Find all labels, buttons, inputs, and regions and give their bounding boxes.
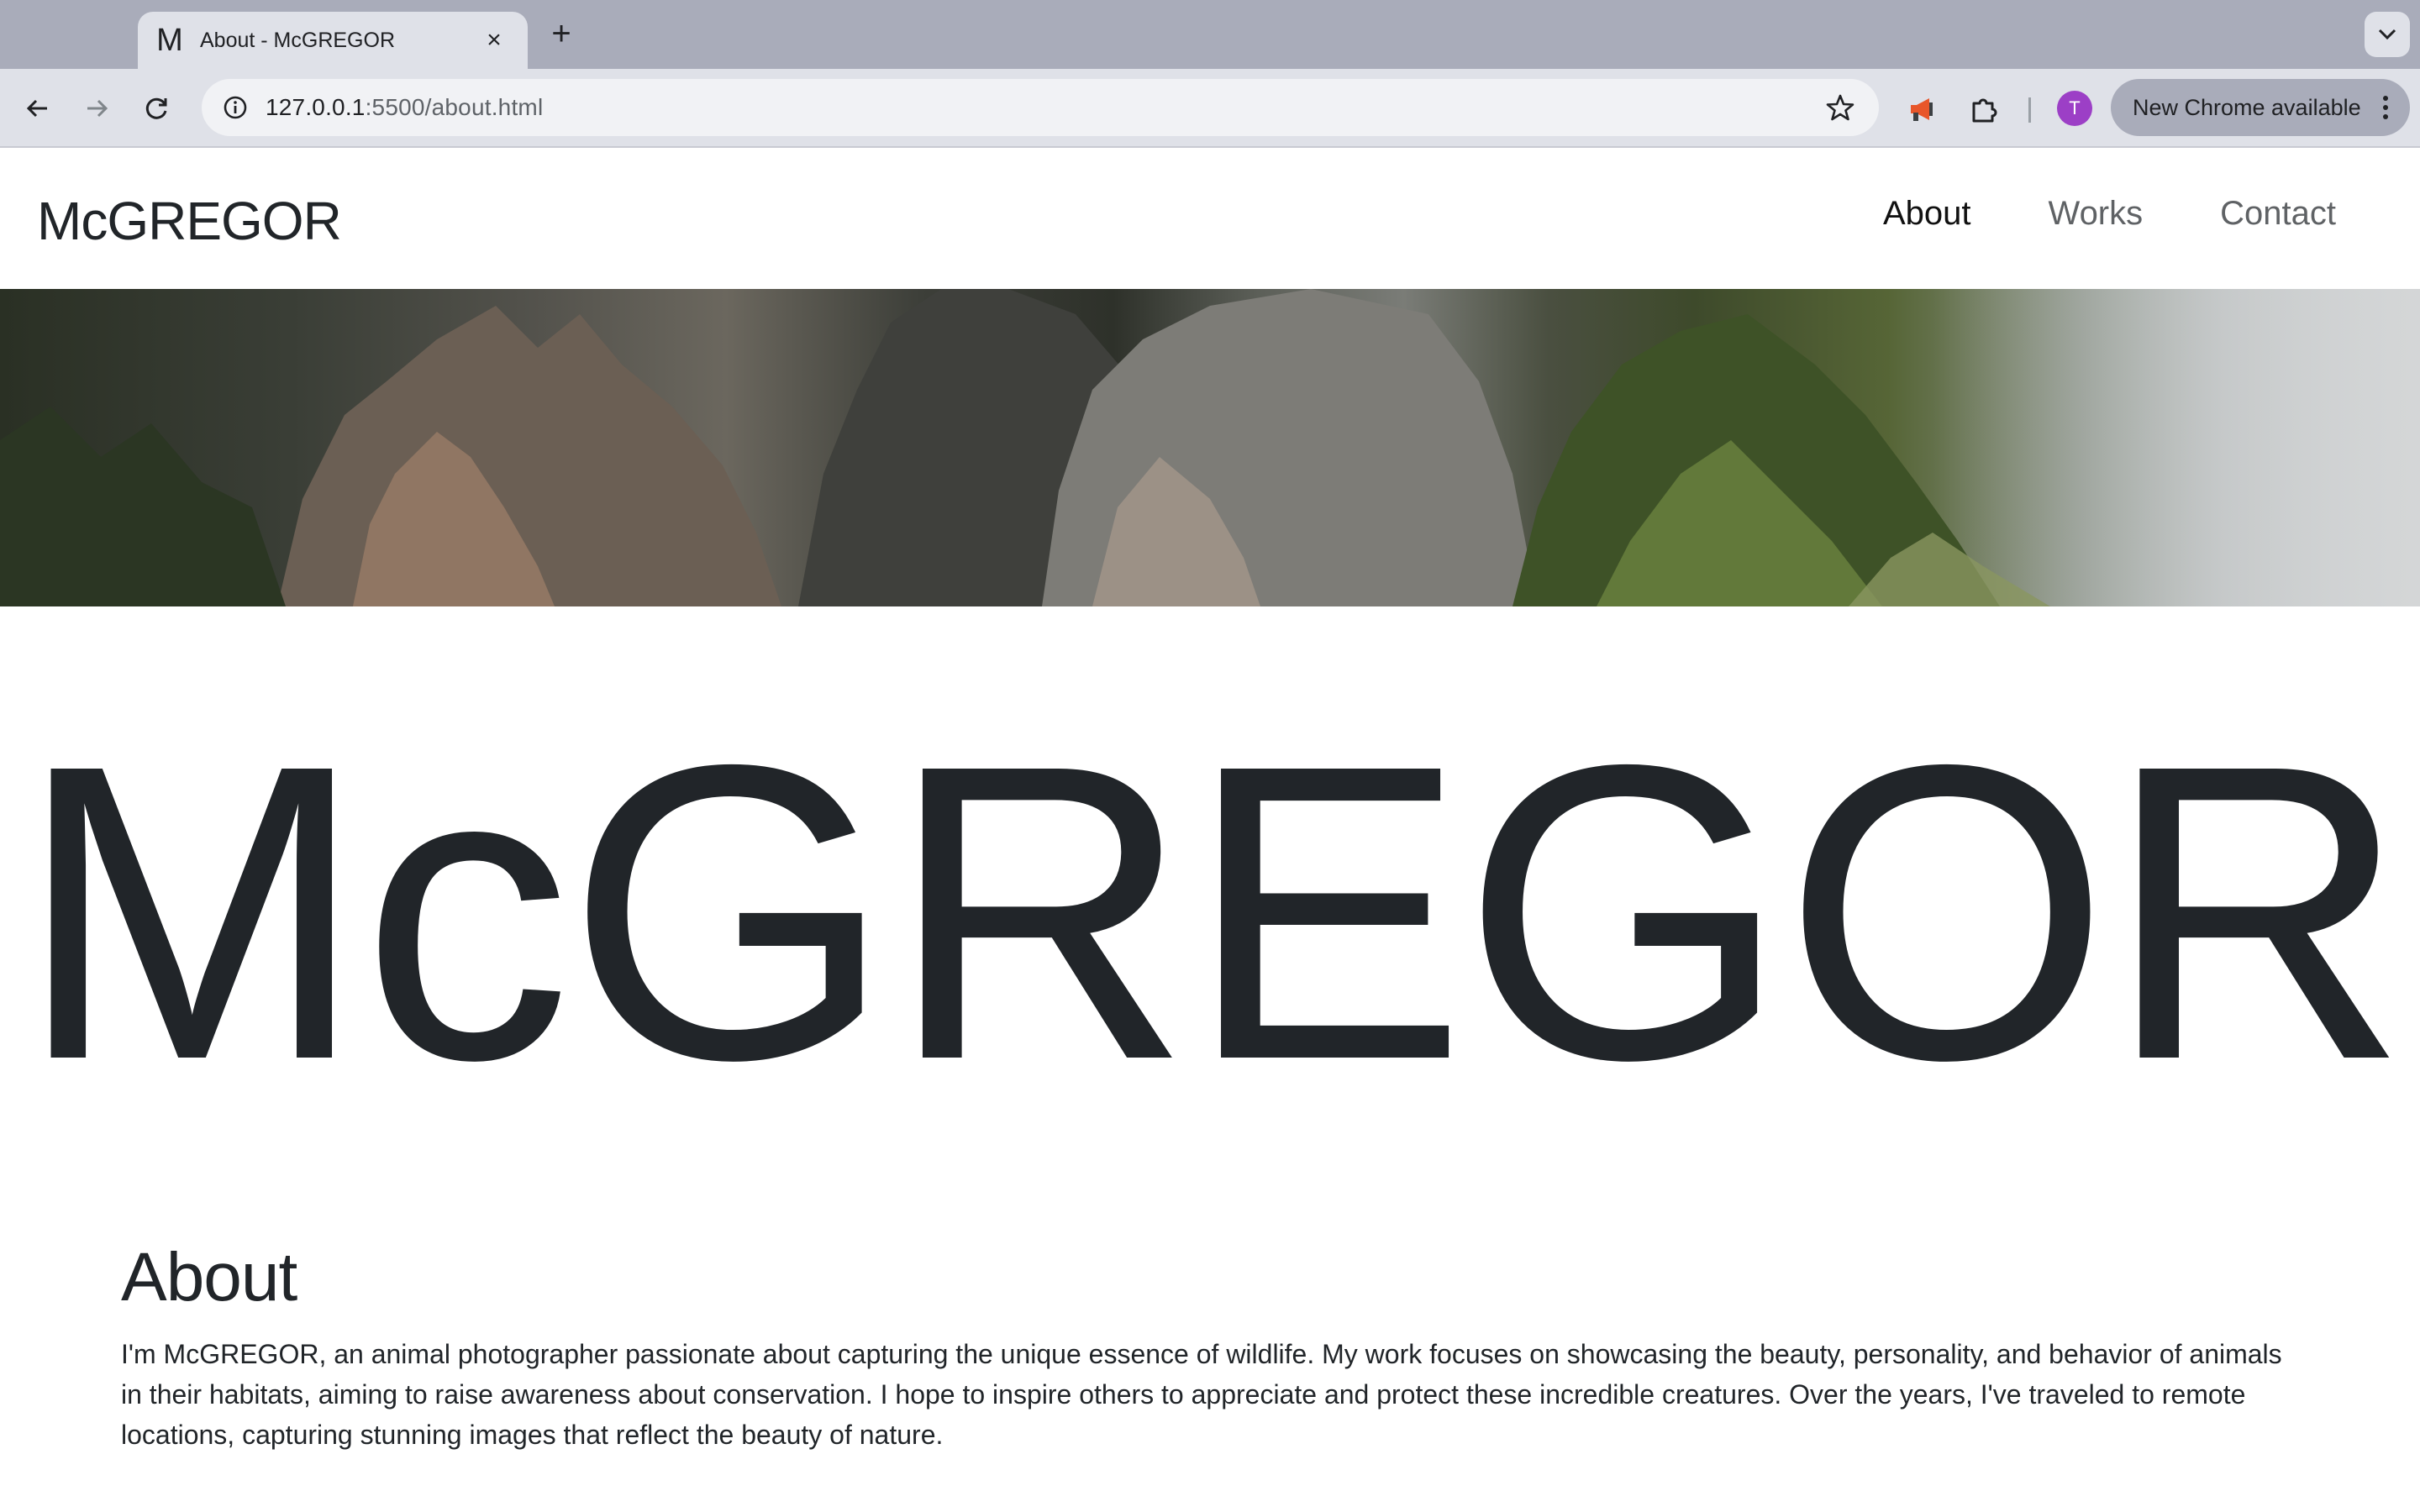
hero-banner-image	[0, 289, 2420, 606]
back-button[interactable]	[17, 87, 59, 129]
page-content: McGREGOR About Works Contact McGREGOR Ab…	[0, 148, 2420, 1512]
close-icon[interactable]: ×	[479, 25, 509, 55]
reload-button[interactable]	[136, 87, 178, 129]
tab-search-button[interactable]	[2365, 12, 2410, 57]
site-logo[interactable]: McGREGOR	[37, 190, 342, 252]
url-path: :5500/about.html	[365, 94, 544, 120]
forward-button[interactable]	[76, 87, 118, 129]
browser-toolbar: 127.0.0.1:5500/about.html T New Chrome a…	[0, 69, 2420, 148]
site-header: McGREGOR About Works Contact	[0, 148, 2420, 289]
more-vertical-icon[interactable]	[2373, 91, 2398, 124]
new-chrome-available-button[interactable]: New Chrome available	[2111, 79, 2410, 136]
toolbar-divider	[2028, 97, 2031, 123]
reload-icon	[145, 97, 167, 119]
favicon-icon: M	[156, 22, 183, 58]
site-info-icon[interactable]	[218, 91, 252, 124]
tab-title: About - McGREGOR	[200, 28, 395, 52]
about-paragraph: I'm McGREGOR, an animal photographer pas…	[121, 1339, 2282, 1450]
megaphone-icon[interactable]	[1902, 89, 1943, 129]
hero-title: McGREGOR	[16, 677, 2409, 1147]
new-tab-button[interactable]: +	[543, 15, 580, 52]
update-label: New Chrome available	[2133, 94, 2361, 120]
profile-avatar[interactable]: T	[2057, 91, 2092, 126]
chevron-down-icon	[2378, 29, 2396, 40]
url-text[interactable]: 127.0.0.1:5500/about.html	[266, 94, 543, 121]
extensions-puzzle-icon[interactable]	[1965, 89, 2005, 129]
back-arrow-icon	[26, 99, 47, 118]
address-bar[interactable]: 127.0.0.1:5500/about.html	[202, 79, 1879, 136]
main-nav: About Works Contact	[1883, 195, 2336, 233]
nav-about[interactable]: About	[1883, 195, 1971, 233]
url-host: 127.0.0.1	[266, 94, 366, 120]
active-tab[interactable]: M About - McGREGOR ×	[138, 12, 528, 69]
nav-works[interactable]: Works	[2049, 195, 2144, 233]
about-section: About I'm McGREGOR, an animal photograph…	[121, 1238, 2306, 1455]
forward-arrow-icon	[87, 99, 108, 118]
about-heading: About	[121, 1239, 297, 1315]
bookmark-star-icon[interactable]	[1823, 91, 1857, 124]
rock-cliff-photo	[0, 289, 2420, 606]
tab-strip: M About - McGREGOR × +	[0, 0, 2420, 69]
nav-contact[interactable]: Contact	[2220, 195, 2336, 233]
